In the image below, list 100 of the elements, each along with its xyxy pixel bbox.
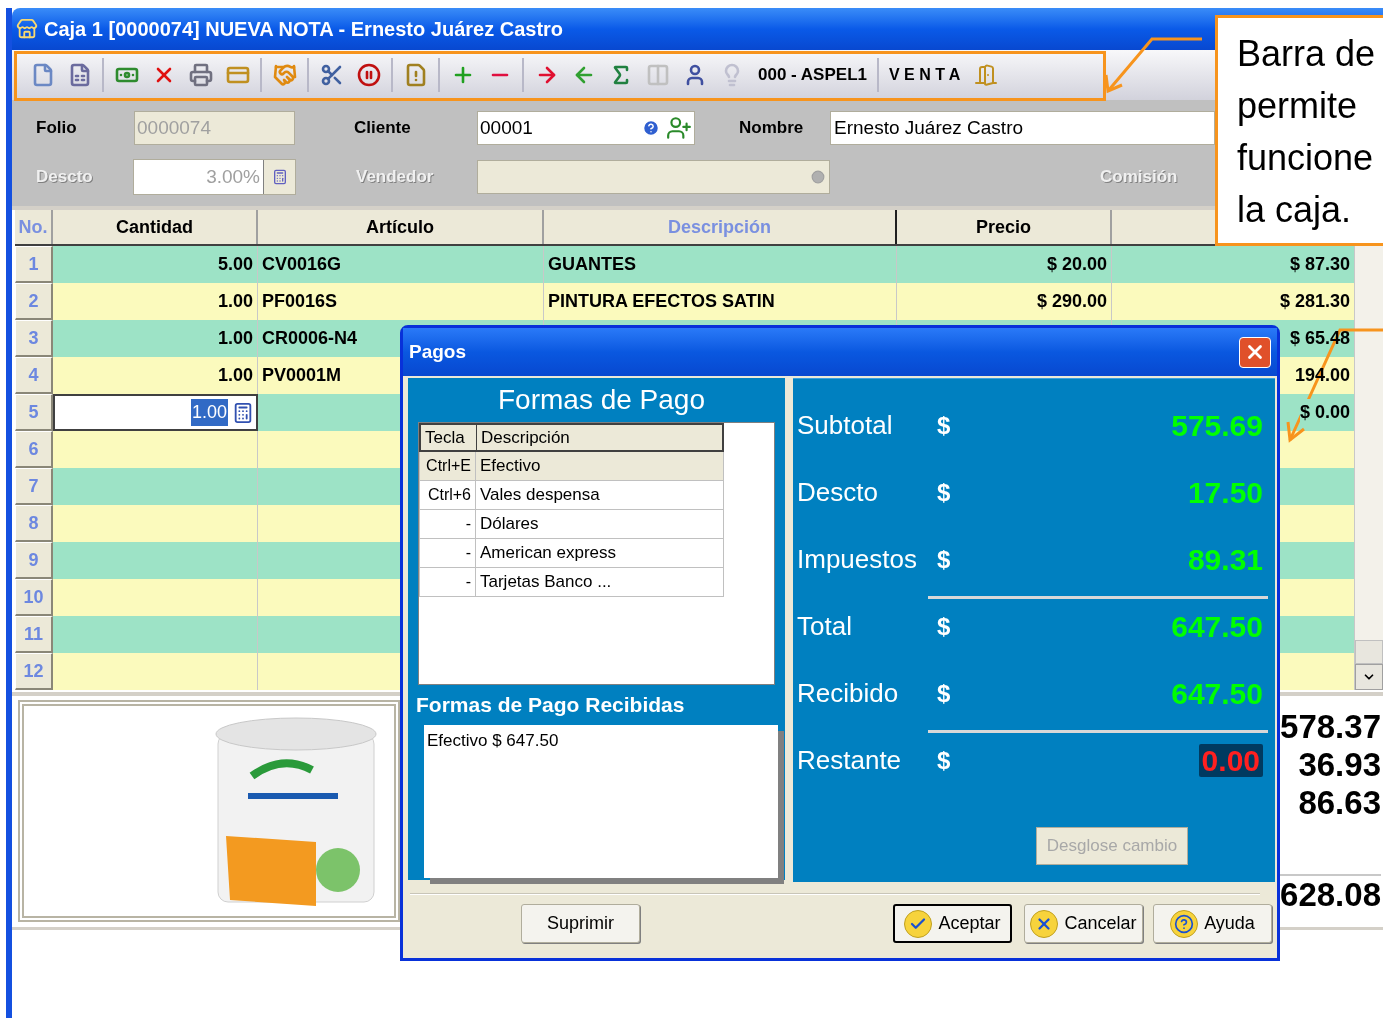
table-cell-text: $ 20.00 xyxy=(1046,253,1107,276)
field-label: Cliente xyxy=(354,118,411,138)
summary-amount: 89.31 xyxy=(1186,542,1263,578)
table-cell-text: CR0006-N4 xyxy=(262,327,358,350)
shortcut-key: Ctrl+6 xyxy=(420,481,476,509)
calculator-icon xyxy=(271,169,288,185)
row-number: 2 xyxy=(15,283,53,320)
shortcut-key: - xyxy=(420,510,476,538)
dialog-title: Pagos xyxy=(409,339,468,364)
accept-button[interactable]: Aceptar xyxy=(893,904,1012,943)
calculator-button[interactable] xyxy=(263,160,295,194)
panel-heading: Formas de Pago xyxy=(497,383,706,417)
scroll-thumb[interactable] xyxy=(1355,640,1383,664)
table-cell-text: CV0016G xyxy=(262,253,342,276)
row-number: 5 xyxy=(15,394,53,431)
summary-label: Impuestos xyxy=(797,543,918,576)
table-cell-text: PINTURA EFECTOS SATIN xyxy=(548,290,775,313)
row-number: 3 xyxy=(15,320,53,357)
summary-amount: 647.50 xyxy=(1170,609,1263,645)
field-label: Folio xyxy=(36,118,77,138)
currency-sign: $ xyxy=(937,544,952,575)
check-icon xyxy=(904,909,933,938)
mode-label: V E N T A xyxy=(889,65,961,85)
column-header[interactable]: Cantidad xyxy=(116,213,193,241)
table-cell-text: 5.00 xyxy=(217,253,253,276)
calculator-icon[interactable] xyxy=(232,401,254,424)
total-amount: 578.37 xyxy=(1280,708,1381,746)
summary-label: Subtotal xyxy=(797,409,894,442)
payment-method-name: Efectivo xyxy=(479,455,542,478)
close-button[interactable] xyxy=(1239,336,1271,368)
scissors-icon[interactable] xyxy=(319,63,344,87)
summary-label: Restante xyxy=(797,744,903,777)
total-amount: 36.93 xyxy=(1298,746,1381,784)
shortcut-key: - xyxy=(420,568,476,596)
field-label: Comisión xyxy=(1100,167,1178,187)
currency-sign: $ xyxy=(937,410,952,441)
row-number: 6 xyxy=(15,431,53,468)
payment-method-name: American express xyxy=(479,542,618,565)
currency-sign: $ xyxy=(937,745,952,776)
callout-text: Barra de permite funcione la caja. xyxy=(1237,32,1377,232)
payment-method-row[interactable]: Ctrl+E Efectivo xyxy=(419,452,724,481)
add-user-icon[interactable] xyxy=(666,115,692,141)
payment-method-name: Tarjetas Banco ... xyxy=(479,571,613,594)
summary-amount: 575.69 xyxy=(1170,408,1263,444)
column-header[interactable]: Descripción xyxy=(477,425,722,450)
summary-label: Descto xyxy=(797,476,879,509)
table-cell-text: PV0001M xyxy=(262,364,342,387)
field-label: Descto xyxy=(36,167,93,187)
pause-icon[interactable] xyxy=(356,63,381,87)
row-number: 4 xyxy=(15,357,53,394)
client-field[interactable]: 00001 xyxy=(477,111,695,145)
shortcut-key: - xyxy=(420,539,476,567)
field-label: Nombre xyxy=(739,118,804,138)
table-cell-text: $ 281.30 xyxy=(1279,290,1350,313)
column-header[interactable]: Precio xyxy=(976,213,1031,241)
currency-sign: $ xyxy=(937,678,952,709)
received-payment[interactable]: Efectivo $ 647.50 xyxy=(427,728,775,754)
panel-heading: Formas de Pago Recibidas xyxy=(415,692,686,719)
delete-button[interactable]: Suprimir xyxy=(521,904,640,943)
scrollbar[interactable] xyxy=(1355,246,1383,690)
total-amount: 86.63 xyxy=(1298,784,1381,822)
table-cell-text: PF0016S xyxy=(262,290,338,313)
currency-sign: $ xyxy=(937,477,952,508)
row-number: 1 xyxy=(15,246,53,283)
cancel-button[interactable]: Cancelar xyxy=(1024,904,1143,943)
payment-method-row[interactable]: - Dólares xyxy=(419,510,724,539)
payment-method-row[interactable]: Ctrl+6 Vales despensa xyxy=(419,481,724,510)
table-cell-text: 1.00 xyxy=(217,364,253,387)
seller-field[interactable] xyxy=(477,160,830,194)
field-label: Vendedor xyxy=(356,167,434,187)
quantity-field[interactable]: 1.00 xyxy=(53,394,258,431)
help-button[interactable]: Ayuda xyxy=(1153,904,1272,943)
help-icon[interactable] xyxy=(642,119,660,137)
payment-method-name: Vales despensa xyxy=(479,484,601,507)
payment-method-name: Dólares xyxy=(479,513,540,536)
name-field[interactable]: Ernesto Juárez Castro xyxy=(830,111,1215,145)
row-number: 7 xyxy=(15,468,53,505)
shortcut-key: Ctrl+E xyxy=(420,452,476,480)
row-number: 12 xyxy=(15,653,53,690)
handshake-icon[interactable] xyxy=(272,63,297,87)
help-icon xyxy=(1170,909,1199,938)
table-cell-text: $ 87.30 xyxy=(1289,253,1350,276)
payment-method-row[interactable]: - American express xyxy=(419,539,724,568)
summary-amount: 647.50 xyxy=(1170,676,1263,712)
printer-icon[interactable] xyxy=(188,63,213,87)
column-header[interactable]: Tecla xyxy=(421,425,477,450)
door-icon[interactable] xyxy=(974,63,999,87)
payment-method-row[interactable]: - Tarjetas Banco ... xyxy=(419,568,724,597)
table-cell-text: 1.00 xyxy=(217,327,253,350)
table-cell-text: GUANTES xyxy=(548,253,636,276)
row-number: 10 xyxy=(15,579,53,616)
row-number: 9 xyxy=(15,542,53,579)
scroll-down-button[interactable] xyxy=(1355,664,1383,690)
row-number: 11 xyxy=(15,616,53,653)
row-number: 8 xyxy=(15,505,53,542)
column-header[interactable]: Artículo xyxy=(366,213,434,241)
summary-amount: 17.50 xyxy=(1186,475,1263,511)
currency-sign: $ xyxy=(937,611,952,642)
total-amount: 628.08 xyxy=(1280,876,1381,914)
table-cell-text: $ 290.00 xyxy=(1036,290,1107,313)
